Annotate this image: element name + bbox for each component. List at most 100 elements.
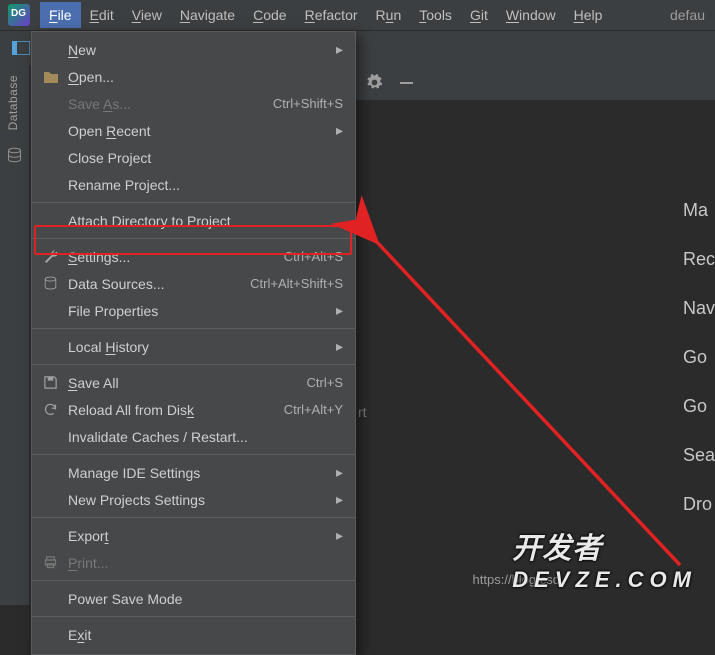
menuitem-label: Data Sources...: [68, 276, 165, 292]
menu-tools[interactable]: Tools: [410, 2, 461, 28]
submenu-arrow-icon: ▸: [336, 338, 343, 355]
folder-icon: [42, 68, 59, 85]
save-icon: [42, 374, 59, 391]
menuitem-save-all[interactable]: Save All Ctrl+S: [32, 369, 355, 396]
menuitem-open-recent[interactable]: Open Recent ▸: [32, 117, 355, 144]
menu-window[interactable]: Window: [497, 2, 565, 28]
menuitem-label: Close Project: [68, 150, 151, 166]
menuitem-close-project[interactable]: Close Project: [32, 144, 355, 171]
menu-view[interactable]: View: [123, 2, 171, 28]
window-icon[interactable]: [10, 37, 32, 59]
menu-help[interactable]: Help: [565, 2, 612, 28]
menu-run[interactable]: Run: [367, 2, 411, 28]
menuitem-export[interactable]: Export ▸: [32, 522, 355, 549]
menuitem-attach-directory-to-project[interactable]: Attach Directory to Project: [32, 207, 355, 234]
db-icon: [42, 275, 59, 292]
menu-separator: [32, 238, 355, 239]
menuitem-print-: Print...: [32, 549, 355, 576]
menuitem-data-sources-[interactable]: Data Sources... Ctrl+Alt+Shift+S: [32, 270, 355, 297]
menuitem-label: Open Recent: [68, 123, 151, 139]
menuitem-shortcut: Ctrl+Alt+Shift+S: [250, 276, 343, 291]
minimize-icon[interactable]: [397, 74, 415, 92]
hint-item: Dro: [683, 494, 712, 515]
menu-refactor[interactable]: Refactor: [296, 2, 367, 28]
menuitem-settings-[interactable]: Settings... Ctrl+Alt+S: [32, 243, 355, 270]
menuitem-shortcut: Ctrl+Shift+S: [273, 96, 343, 111]
menuitem-label: Reload All from Disk: [68, 402, 194, 418]
menuitem-shortcut: Ctrl+Alt+S: [284, 249, 343, 264]
menuitem-exit[interactable]: Exit: [32, 621, 355, 648]
watermark-logo: 开发者 DEVZE.COM: [512, 525, 697, 593]
menuitem-label: New: [68, 42, 96, 58]
welcome-hints: Ma Rec Nav Go Go Sea Dro: [683, 200, 715, 515]
database-tool-label[interactable]: Database: [6, 75, 20, 130]
submenu-arrow-icon: ▸: [336, 491, 343, 508]
reload-icon: [42, 401, 59, 418]
menuitem-shortcut: Ctrl+Alt+Y: [284, 402, 343, 417]
file-menu-dropdown: New ▸ Open... Save As... Ctrl+Shift+S Open Re…: [31, 31, 356, 655]
print-icon: [42, 554, 59, 571]
behind-text: rt: [358, 404, 367, 420]
hint-item: Sea: [683, 445, 715, 466]
menu-git[interactable]: Git: [461, 2, 497, 28]
menu-separator: [32, 454, 355, 455]
menuitem-power-save-mode[interactable]: Power Save Mode: [32, 585, 355, 612]
menuitem-manage-ide-settings[interactable]: Manage IDE Settings ▸: [32, 459, 355, 486]
menu-code[interactable]: Code: [244, 2, 295, 28]
menu-separator: [32, 364, 355, 365]
menubar: FileEditViewNavigateCodeRefactorRunTools…: [0, 0, 715, 31]
menuitem-reload-all-from-disk[interactable]: Reload All from Disk Ctrl+Alt+Y: [32, 396, 355, 423]
gear-icon[interactable]: [365, 74, 383, 92]
menuitem-label: File Properties: [68, 303, 158, 319]
hint-item: Go: [683, 396, 707, 417]
submenu-arrow-icon: ▸: [336, 122, 343, 139]
menu-separator: [32, 328, 355, 329]
menuitem-local-history[interactable]: Local History ▸: [32, 333, 355, 360]
menuitem-rename-project-[interactable]: Rename Project...: [32, 171, 355, 198]
menu-separator: [32, 517, 355, 518]
menuitem-label: Export: [68, 528, 108, 544]
submenu-arrow-icon: ▸: [336, 527, 343, 544]
watermark-line2: DEVZE.COM: [512, 567, 697, 593]
menuitem-open-[interactable]: Open...: [32, 63, 355, 90]
menuitem-label: Manage IDE Settings: [68, 465, 200, 481]
hint-item: Nav: [683, 298, 715, 319]
hint-item: Go: [683, 347, 707, 368]
wrench-icon: [42, 248, 59, 265]
app-logo-icon: [8, 4, 30, 26]
menuitem-label: Save All: [68, 375, 119, 391]
menuitem-label: Attach Directory to Project: [68, 213, 231, 229]
menuitem-label: Local History: [68, 339, 149, 355]
menu-separator: [32, 580, 355, 581]
menu-separator: [32, 616, 355, 617]
menuitem-label: Save As...: [68, 96, 131, 112]
menuitem-label: Exit: [68, 627, 91, 643]
menuitem-save-as-: Save As... Ctrl+Shift+S: [32, 90, 355, 117]
left-tool-strip: Database: [0, 65, 30, 605]
hint-item: Ma: [683, 200, 708, 221]
menu-edit[interactable]: Edit: [81, 2, 123, 28]
hint-item: Rec: [683, 249, 715, 270]
menuitem-label: Invalidate Caches / Restart...: [68, 429, 248, 445]
menuitem-invalidate-caches-restart-[interactable]: Invalidate Caches / Restart...: [32, 423, 355, 450]
watermark-line1: 开发者: [512, 533, 602, 565]
menuitem-label: Power Save Mode: [68, 591, 182, 607]
menuitem-file-properties[interactable]: File Properties ▸: [32, 297, 355, 324]
editor-tab-bar: [355, 65, 715, 101]
menuitem-new-projects-settings[interactable]: New Projects Settings ▸: [32, 486, 355, 513]
menu-file[interactable]: File: [40, 2, 81, 28]
menuitem-label: Rename Project...: [68, 177, 180, 193]
menuitem-label: Print...: [68, 555, 108, 571]
menu-navigate[interactable]: Navigate: [171, 2, 244, 28]
menuitem-new[interactable]: New ▸: [32, 36, 355, 63]
menuitem-shortcut: Ctrl+S: [307, 375, 343, 390]
menuitem-label: New Projects Settings: [68, 492, 205, 508]
database-icon[interactable]: [6, 147, 23, 164]
submenu-arrow-icon: ▸: [336, 464, 343, 481]
menuitem-label: Settings...: [68, 249, 130, 265]
menu-separator: [32, 202, 355, 203]
submenu-arrow-icon: ▸: [336, 41, 343, 58]
menubar-right-text: defau: [670, 7, 715, 23]
menuitem-label: Open...: [68, 69, 114, 85]
submenu-arrow-icon: ▸: [336, 302, 343, 319]
